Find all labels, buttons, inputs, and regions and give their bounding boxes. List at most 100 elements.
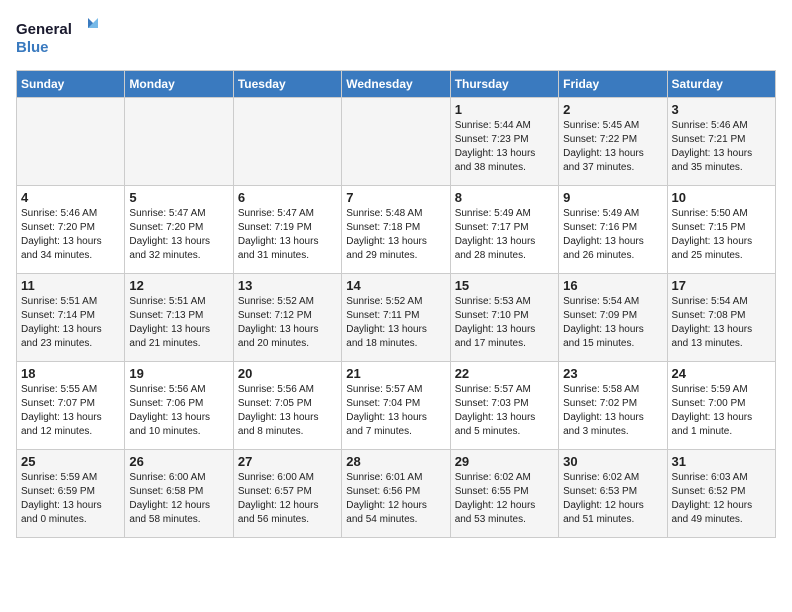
day-info: Sunrise: 5:52 AM Sunset: 7:12 PM Dayligh… [238, 295, 337, 351]
calendar-cell: 27 Sunrise: 6:00 AM Sunset: 6:57 PM Dayli… [233, 450, 341, 538]
day-info: Sunrise: 5:51 AM Sunset: 7:13 PM Dayligh… [129, 295, 228, 351]
header-cell-saturday: Saturday [667, 71, 775, 98]
day-info: Sunrise: 5:50 AM Sunset: 7:15 PM Dayligh… [672, 207, 771, 263]
day-number: 24 [672, 366, 771, 381]
day-number: 11 [21, 278, 120, 293]
day-info: Sunrise: 5:57 AM Sunset: 7:04 PM Dayligh… [346, 383, 445, 439]
calendar-cell [233, 98, 341, 186]
calendar-cell: 11 Sunrise: 5:51 AM Sunset: 7:14 PM Dayli… [17, 274, 125, 362]
page-header: General Blue [16, 16, 776, 58]
calendar-cell: 8 Sunrise: 5:49 AM Sunset: 7:17 PM Daylig… [450, 186, 558, 274]
header-cell-friday: Friday [559, 71, 667, 98]
calendar-cell: 2 Sunrise: 5:45 AM Sunset: 7:22 PM Daylig… [559, 98, 667, 186]
calendar-cell: 20 Sunrise: 5:56 AM Sunset: 7:05 PM Dayli… [233, 362, 341, 450]
day-number: 3 [672, 102, 771, 117]
day-number: 28 [346, 454, 445, 469]
day-number: 1 [455, 102, 554, 117]
day-info: Sunrise: 5:59 AM Sunset: 7:00 PM Dayligh… [672, 383, 771, 439]
calendar-cell [342, 98, 450, 186]
header-cell-thursday: Thursday [450, 71, 558, 98]
day-info: Sunrise: 5:49 AM Sunset: 7:17 PM Dayligh… [455, 207, 554, 263]
calendar-table: SundayMondayTuesdayWednesdayThursdayFrid… [16, 70, 776, 538]
calendar-cell: 15 Sunrise: 5:53 AM Sunset: 7:10 PM Dayli… [450, 274, 558, 362]
day-number: 2 [563, 102, 662, 117]
day-info: Sunrise: 6:03 AM Sunset: 6:52 PM Dayligh… [672, 471, 771, 527]
header-cell-sunday: Sunday [17, 71, 125, 98]
calendar-cell: 26Sunrise: 6:00 AM Sunset: 6:58 PM Dayli… [125, 450, 233, 538]
calendar-cell: 21Sunrise: 5:57 AM Sunset: 7:04 PM Dayli… [342, 362, 450, 450]
day-number: 29 [455, 454, 554, 469]
calendar-cell: 24 Sunrise: 5:59 AM Sunset: 7:00 PM Dayli… [667, 362, 775, 450]
day-number: 30 [563, 454, 662, 469]
day-info: Sunrise: 6:00 AM Sunset: 6:57 PM Dayligh… [238, 471, 337, 527]
day-info: Sunrise: 6:02 AM Sunset: 6:55 PM Dayligh… [455, 471, 554, 527]
day-info: Sunrise: 5:51 AM Sunset: 7:14 PM Dayligh… [21, 295, 120, 351]
day-number: 5 [129, 190, 228, 205]
day-number: 27 [238, 454, 337, 469]
calendar-cell: 4 Sunrise: 5:46 AM Sunset: 7:20 PM Daylig… [17, 186, 125, 274]
day-number: 31 [672, 454, 771, 469]
day-info: Sunrise: 5:49 AM Sunset: 7:16 PM Dayligh… [563, 207, 662, 263]
calendar-week-1: 1 Sunrise: 5:44 AM Sunset: 7:23 PM Daylig… [17, 98, 776, 186]
day-number: 18 [21, 366, 120, 381]
day-info: Sunrise: 5:56 AM Sunset: 7:05 PM Dayligh… [238, 383, 337, 439]
day-info: Sunrise: 5:59 AM Sunset: 6:59 PM Dayligh… [21, 471, 120, 527]
day-number: 6 [238, 190, 337, 205]
day-number: 20 [238, 366, 337, 381]
calendar-cell: 23Sunrise: 5:58 AM Sunset: 7:02 PM Dayli… [559, 362, 667, 450]
day-info: Sunrise: 6:02 AM Sunset: 6:53 PM Dayligh… [563, 471, 662, 527]
calendar-cell: 22 Sunrise: 5:57 AM Sunset: 7:03 PM Dayli… [450, 362, 558, 450]
day-info: Sunrise: 5:44 AM Sunset: 7:23 PM Dayligh… [455, 119, 554, 175]
svg-text:General: General [16, 21, 72, 38]
svg-text:Blue: Blue [16, 39, 49, 56]
day-number: 9 [563, 190, 662, 205]
calendar-cell [17, 98, 125, 186]
calendar-cell [125, 98, 233, 186]
calendar-cell: 13 Sunrise: 5:52 AM Sunset: 7:12 PM Dayli… [233, 274, 341, 362]
calendar-week-2: 4 Sunrise: 5:46 AM Sunset: 7:20 PM Daylig… [17, 186, 776, 274]
calendar-cell: 3 Sunrise: 5:46 AM Sunset: 7:21 PM Daylig… [667, 98, 775, 186]
day-number: 12 [129, 278, 228, 293]
calendar-cell: 28 Sunrise: 6:01 AM Sunset: 6:56 PM Dayli… [342, 450, 450, 538]
calendar-cell: 14Sunrise: 5:52 AM Sunset: 7:11 PM Dayli… [342, 274, 450, 362]
calendar-body: 1 Sunrise: 5:44 AM Sunset: 7:23 PM Daylig… [17, 98, 776, 538]
day-number: 16 [563, 278, 662, 293]
logo: General Blue [16, 16, 106, 58]
header-cell-monday: Monday [125, 71, 233, 98]
day-number: 19 [129, 366, 228, 381]
day-info: Sunrise: 5:45 AM Sunset: 7:22 PM Dayligh… [563, 119, 662, 175]
day-info: Sunrise: 5:54 AM Sunset: 7:08 PM Dayligh… [672, 295, 771, 351]
day-info: Sunrise: 5:58 AM Sunset: 7:02 PM Dayligh… [563, 383, 662, 439]
day-number: 13 [238, 278, 337, 293]
day-info: Sunrise: 6:01 AM Sunset: 6:56 PM Dayligh… [346, 471, 445, 527]
day-number: 7 [346, 190, 445, 205]
header-row: SundayMondayTuesdayWednesdayThursdayFrid… [17, 71, 776, 98]
day-info: Sunrise: 5:53 AM Sunset: 7:10 PM Dayligh… [455, 295, 554, 351]
calendar-cell: 16 Sunrise: 5:54 AM Sunset: 7:09 PM Dayli… [559, 274, 667, 362]
day-info: Sunrise: 5:47 AM Sunset: 7:20 PM Dayligh… [129, 207, 228, 263]
header-cell-wednesday: Wednesday [342, 71, 450, 98]
calendar-cell: 30 Sunrise: 6:02 AM Sunset: 6:53 PM Dayli… [559, 450, 667, 538]
day-info: Sunrise: 5:54 AM Sunset: 7:09 PM Dayligh… [563, 295, 662, 351]
calendar-cell: 1 Sunrise: 5:44 AM Sunset: 7:23 PM Daylig… [450, 98, 558, 186]
calendar-cell: 17Sunrise: 5:54 AM Sunset: 7:08 PM Dayli… [667, 274, 775, 362]
calendar-cell: 9 Sunrise: 5:49 AM Sunset: 7:16 PM Daylig… [559, 186, 667, 274]
day-number: 22 [455, 366, 554, 381]
calendar-week-4: 18 Sunrise: 5:55 AM Sunset: 7:07 PM Dayli… [17, 362, 776, 450]
day-number: 15 [455, 278, 554, 293]
day-info: Sunrise: 5:55 AM Sunset: 7:07 PM Dayligh… [21, 383, 120, 439]
calendar-cell: 31 Sunrise: 6:03 AM Sunset: 6:52 PM Dayli… [667, 450, 775, 538]
day-info: Sunrise: 5:46 AM Sunset: 7:21 PM Dayligh… [672, 119, 771, 175]
day-info: Sunrise: 5:46 AM Sunset: 7:20 PM Dayligh… [21, 207, 120, 263]
calendar-cell: 18 Sunrise: 5:55 AM Sunset: 7:07 PM Dayli… [17, 362, 125, 450]
calendar-week-3: 11 Sunrise: 5:51 AM Sunset: 7:14 PM Dayli… [17, 274, 776, 362]
day-number: 4 [21, 190, 120, 205]
day-number: 8 [455, 190, 554, 205]
calendar-cell: 19Sunrise: 5:56 AM Sunset: 7:06 PM Dayli… [125, 362, 233, 450]
day-info: Sunrise: 5:52 AM Sunset: 7:11 PM Dayligh… [346, 295, 445, 351]
calendar-cell: 10Sunrise: 5:50 AM Sunset: 7:15 PM Dayli… [667, 186, 775, 274]
day-info: Sunrise: 5:57 AM Sunset: 7:03 PM Dayligh… [455, 383, 554, 439]
calendar-cell: 7Sunrise: 5:48 AM Sunset: 7:18 PM Daylig… [342, 186, 450, 274]
calendar-cell: 5 Sunrise: 5:47 AM Sunset: 7:20 PM Daylig… [125, 186, 233, 274]
day-number: 26 [129, 454, 228, 469]
